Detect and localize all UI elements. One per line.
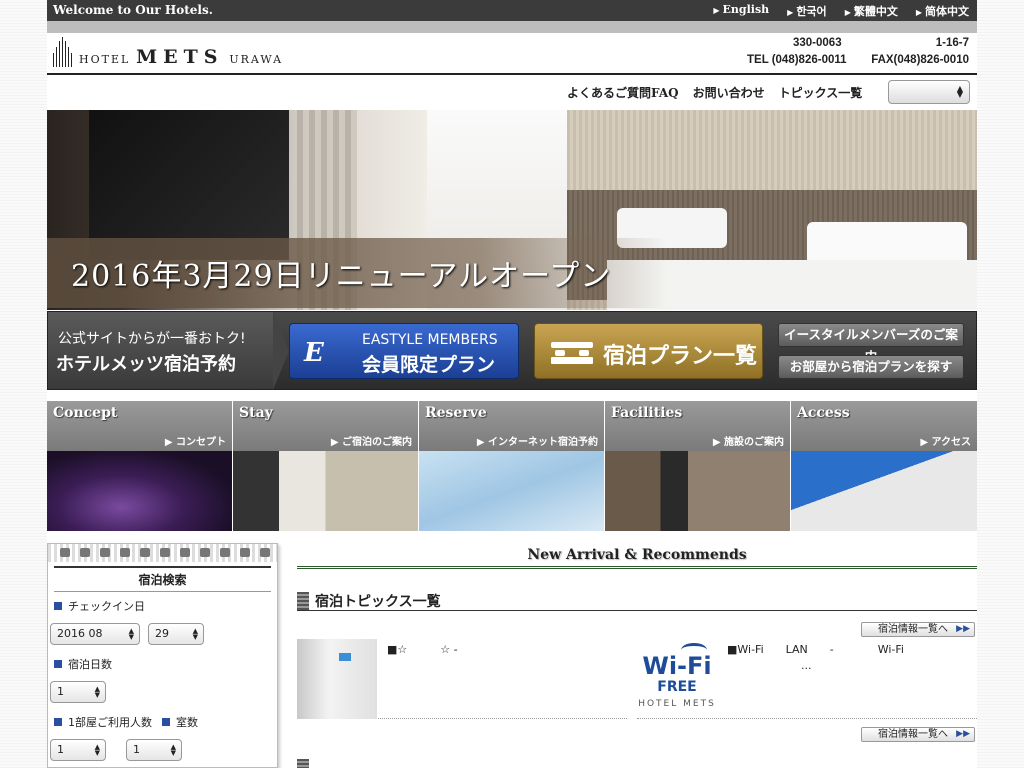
topics-link[interactable]: トピックス一覧 <box>779 84 863 101</box>
triangle-right-icon: ▶ <box>915 7 922 17</box>
postal-code: 330-0063 <box>793 37 842 49</box>
main-content: New Arrival & Recommends 宿泊トピックス一覧 宿泊情報一… <box>297 543 977 768</box>
faq-link[interactable]: よくあるご質問FAQ <box>567 84 679 101</box>
checkin-label: チェックイン日 <box>54 598 145 614</box>
triangle-right-icon: ▶ <box>713 5 720 15</box>
stay-image <box>233 451 418 531</box>
rooms-select[interactable]: 1 ▲ ▼ <box>126 739 182 761</box>
logo-mark-icon <box>51 37 75 67</box>
square-bullet-icon <box>54 718 62 726</box>
double-arrow-right-icon: ▶▶ <box>956 729 970 739</box>
hotel-address: 330-0063 1-16-7 TEL (048)826-0011 FAX(04… <box>747 37 969 66</box>
square-bullet-icon <box>54 660 62 668</box>
site-select[interactable]: ▲ ▼ <box>888 80 970 104</box>
header-divider <box>47 73 977 75</box>
hero-banner[interactable]: 2016年3月29日リニューアルオープン <box>47 110 977 310</box>
tile-stay[interactable]: Stay ▶ ご宿泊のご案内 <box>233 401 419 531</box>
triangle-right-icon: ▶ <box>844 7 851 17</box>
nights-label: 宿泊日数 <box>54 656 112 672</box>
lang-english-link[interactable]: ▶ English <box>713 3 769 19</box>
topic-item-text: ■☆ ☆ - <box>387 643 458 656</box>
top-bar: Welcome to Our Hotels. ▶ English ▶ 한국어 ▶ 繁體… <box>47 0 977 21</box>
square-bullet-icon <box>54 602 62 610</box>
updown-arrow-icon: ▲ ▼ <box>94 685 100 699</box>
heading-bar-icon <box>297 591 309 610</box>
new-arrival-heading: New Arrival & Recommends <box>297 543 977 569</box>
category-tiles: Concept ▶ コンセプト Stay ▶ ご宿泊のご案内 Reserve ▶ イン… <box>47 401 977 531</box>
chevron-right-icon <box>273 312 289 390</box>
eastyle-logo-icon: E <box>304 338 324 368</box>
checkin-day-select[interactable]: 29 ▲ ▼ <box>148 623 204 645</box>
guests-rooms-labels: 1部屋ご利用人数 室数 <box>54 714 198 730</box>
bed-icon <box>551 342 593 364</box>
tile-reserve[interactable]: Reserve ▶ インターネット宿泊予約 <box>419 401 605 531</box>
access-image <box>791 451 977 531</box>
updown-arrow-icon: ▲ ▼ <box>128 627 134 641</box>
search-title: 宿泊検索 <box>54 566 271 592</box>
triangle-right-icon: ▶ <box>787 7 794 17</box>
reservation-band: 公式サイトからが一番おトク! ホテルメッツ宿泊予約 E EASTYLE MEMB… <box>47 311 977 390</box>
members-plan-button[interactable]: E EASTYLE MEMBERS 会員限定プラン <box>289 323 519 379</box>
lang-korean-link[interactable]: ▶ 한국어 <box>787 3 827 19</box>
hero-caption: 2016年3月29日リニューアルオープン <box>71 259 612 294</box>
updown-arrow-icon: ▲ ▼ <box>192 627 198 641</box>
room-plan-search-button[interactable]: お部屋から宿泊プランを探す <box>778 355 964 379</box>
tile-concept[interactable]: Concept ▶ コンセプト <box>47 401 233 531</box>
topic-item[interactable]: Wi-Fi FREE HOTEL METS ■Wi-Fi LAN - Wi-Fi… <box>637 639 977 719</box>
language-links: ▶ English ▶ 한국어 ▶ 繁體中文 ▶ 简体中文 <box>713 3 969 19</box>
logo-text: HOTEL METS URAWA <box>79 46 284 68</box>
lang-simplified-chinese-link[interactable]: ▶ 简体中文 <box>916 3 969 19</box>
page-container: Welcome to Our Hotels. ▶ English ▶ 한국어 ▶ 繁體… <box>47 0 977 768</box>
reserve-image <box>419 451 604 531</box>
top-sub-bar <box>47 21 977 33</box>
tile-facilities[interactable]: Facilities ▶ 施設のご案内 <box>605 401 791 531</box>
welcome-text: Welcome to Our Hotels. <box>53 3 213 17</box>
checkin-year-month-select[interactable]: 2016 08 ▲ ▼ <box>50 623 140 645</box>
nights-select[interactable]: 1 ▲ ▼ <box>50 681 106 703</box>
topic-item[interactable]: ■☆ ☆ - <box>297 639 627 719</box>
reservation-intro: 公式サイトからが一番おトク! ホテルメッツ宿泊予約 <box>48 312 273 389</box>
updown-arrow-icon: ▲ ▼ <box>94 743 100 757</box>
fax-number: FAX(048)826-0010 <box>871 54 969 66</box>
topics-heading: 宿泊トピックス一覧 <box>297 591 977 611</box>
next-section-heading <box>297 759 977 768</box>
contact-link[interactable]: お問い合わせ <box>693 84 765 101</box>
stay-info-list-button[interactable]: 宿泊情報一覧へ ▶▶ <box>861 727 975 742</box>
guests-select[interactable]: 1 ▲ ▼ <box>50 739 106 761</box>
stay-plans-button[interactable]: 宿泊プラン一覧 <box>534 323 763 379</box>
updown-arrow-icon: ▲ ▼ <box>170 743 176 757</box>
wifi-icon <box>681 643 707 657</box>
utility-nav: よくあるご質問FAQ お問い合わせ トピックス一覧 <box>567 84 862 101</box>
double-arrow-right-icon: ▶▶ <box>956 624 970 634</box>
tel-number: TEL (048)826-0011 <box>747 54 847 66</box>
updown-arrow-icon: ▲ ▼ <box>956 84 963 99</box>
topic-item-text: ■Wi-Fi LAN - Wi-Fi <box>727 643 904 656</box>
stay-info-list-button[interactable]: 宿泊情報一覧へ ▶▶ <box>861 622 975 637</box>
topic-item-ellipsis: ... <box>801 659 812 672</box>
wifi-free-logo: Wi-Fi FREE HOTEL METS <box>637 641 717 717</box>
air-purifier-image <box>297 639 377 719</box>
lang-traditional-chinese-link[interactable]: ▶ 繁體中文 <box>845 3 898 19</box>
tile-access[interactable]: Access ▶ アクセス <box>791 401 977 531</box>
concept-image <box>47 451 232 531</box>
square-bullet-icon <box>162 718 170 726</box>
heading-bar-icon <box>297 759 309 768</box>
members-info-button[interactable]: イースタイルメンバーズのご案内 <box>778 323 964 364</box>
notebook-rings <box>48 544 277 562</box>
hotel-logo[interactable]: HOTEL METS URAWA <box>51 37 283 67</box>
facilities-image <box>605 451 790 531</box>
address-number: 1-16-7 <box>935 37 969 49</box>
stay-search-panel: 宿泊検索 チェックイン日 2016 08 ▲ ▼ 29 ▲ ▼ 宿泊日数 1 ▲ ▼ … <box>47 543 278 768</box>
